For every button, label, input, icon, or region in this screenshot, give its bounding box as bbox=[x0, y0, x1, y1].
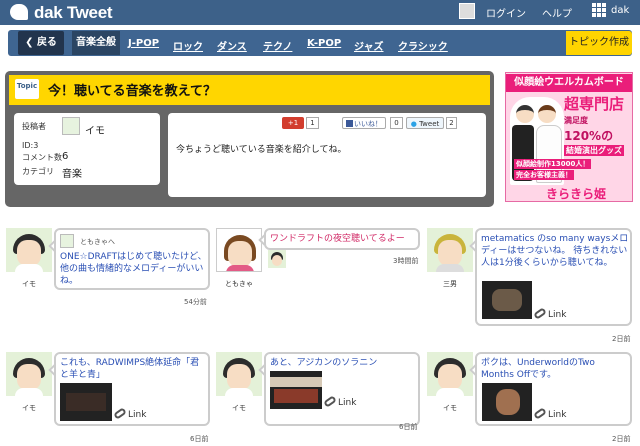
app-logo[interactable]: dak Tweet bbox=[10, 3, 113, 23]
ad-text-2: 満足度 bbox=[564, 116, 588, 125]
post-time: 6日前 bbox=[190, 435, 209, 443]
video-thumbnail[interactable] bbox=[482, 383, 532, 421]
post-author[interactable]: イモ bbox=[6, 279, 52, 289]
link-label: Link bbox=[128, 410, 147, 420]
menu-grid-icon[interactable] bbox=[592, 3, 606, 17]
post-author[interactable]: イモ bbox=[6, 403, 52, 413]
link-icon bbox=[113, 407, 127, 420]
reply-avatar[interactable] bbox=[268, 250, 286, 268]
post-author[interactable]: イモ bbox=[216, 403, 262, 413]
tweet-button[interactable]: ● Tweet bbox=[406, 117, 444, 129]
topic-id: ID:3 bbox=[22, 141, 39, 150]
ad-title: 似顔絵ウエルカムボード bbox=[506, 74, 632, 92]
like-count: 0 bbox=[390, 117, 403, 129]
tweet-count: 2 bbox=[446, 117, 457, 129]
link-icon bbox=[323, 395, 337, 408]
post-author[interactable]: イモ bbox=[427, 403, 473, 413]
comment-count: 6 bbox=[62, 151, 69, 162]
post-author[interactable]: ともきゃ bbox=[216, 279, 262, 289]
login-link[interactable]: ログイン bbox=[486, 5, 526, 20]
ad-banner[interactable]: 似顔絵ウエルカムボード 超専門店 満足度 120%の 結婚演出グッズ 似顔絵制作… bbox=[505, 72, 633, 202]
post-link[interactable]: Link bbox=[533, 307, 567, 320]
post-text: ONE☆DRAFTはじめて聴いたけど、他の曲も情緒的なメロディーがいいね。 bbox=[60, 252, 207, 286]
user-avatar-icon bbox=[459, 3, 475, 19]
link-icon bbox=[533, 307, 547, 320]
video-thumbnail[interactable] bbox=[270, 371, 322, 409]
link-label: Link bbox=[548, 410, 567, 420]
tab-category-all[interactable]: 音楽全般 bbox=[72, 31, 120, 55]
twitter-icon: ● bbox=[410, 120, 420, 128]
link-icon bbox=[533, 407, 547, 420]
post-time: 6日前 bbox=[399, 423, 418, 431]
ad-text-4: 結婚演出グッズ bbox=[564, 145, 624, 156]
back-label: 戻る bbox=[36, 37, 57, 48]
reply-to[interactable]: ともきゃへ bbox=[80, 237, 115, 247]
poster-name[interactable]: イモ bbox=[85, 122, 105, 137]
avatar[interactable] bbox=[216, 228, 262, 272]
like-label: いいね！ bbox=[354, 120, 382, 128]
post-text: metamatics のso many waysメロディーはせつないね。 待ちき… bbox=[481, 234, 629, 268]
ad-text-5: 似顔絵制作13000人！ bbox=[514, 159, 592, 169]
post-time: 3時間前 bbox=[393, 257, 419, 265]
video-thumbnail[interactable] bbox=[60, 383, 112, 421]
post-time: 2日前 bbox=[612, 435, 631, 443]
facebook-like-button[interactable]: いいね！ bbox=[342, 117, 386, 129]
gplus-button[interactable]: +1 bbox=[282, 117, 304, 129]
tab-category-techno[interactable]: テクノ bbox=[263, 38, 292, 53]
post-text: ワンドラフトの夜空聴いてるよー bbox=[270, 234, 405, 244]
tab-category-jpop[interactable]: J-POP bbox=[128, 38, 159, 49]
poster-avatar[interactable] bbox=[62, 117, 80, 135]
tab-category-rock[interactable]: ロック bbox=[173, 38, 203, 53]
logo-text: dak Tweet bbox=[34, 3, 113, 22]
ad-text-6: 完全お客様主義！ bbox=[514, 170, 574, 180]
link-label: Link bbox=[548, 310, 567, 320]
tab-category-jazz[interactable]: ジャズ bbox=[354, 38, 384, 53]
avatar[interactable] bbox=[6, 228, 52, 272]
avatar[interactable] bbox=[427, 228, 473, 272]
post-text: ボクは、UnderworldのTwo Months Offです。 bbox=[481, 358, 595, 380]
post-link[interactable]: Link bbox=[113, 407, 147, 420]
topic-badge: Topic bbox=[15, 79, 39, 99]
create-topic-button[interactable]: トピック作成 bbox=[566, 31, 632, 55]
tweet-label: Tweet bbox=[419, 120, 440, 128]
gplus-count: 1 bbox=[306, 117, 319, 129]
tab-category-classic[interactable]: クラシック bbox=[398, 38, 448, 53]
ad-text-3: 120%の bbox=[564, 129, 614, 143]
reply-avatar[interactable] bbox=[60, 234, 74, 248]
ad-headline: 超専門店 bbox=[564, 95, 625, 113]
category-label: カテゴリ bbox=[22, 167, 54, 176]
help-link[interactable]: ヘルプ bbox=[542, 5, 572, 20]
poster-label: 投稿者 bbox=[22, 122, 46, 131]
category-value: 音楽 bbox=[62, 169, 82, 180]
post-time: 54分前 bbox=[184, 298, 207, 306]
link-label: Link bbox=[338, 398, 357, 408]
ad-brand: きらきら姫 bbox=[546, 187, 607, 201]
post-link[interactable]: Link bbox=[533, 407, 567, 420]
user-name[interactable]: dak bbox=[611, 5, 629, 16]
chevron-left-icon: ❮ bbox=[25, 37, 37, 48]
comment-count-label: コメント数 bbox=[22, 153, 62, 162]
tab-category-kpop[interactable]: K-POP bbox=[307, 38, 341, 49]
avatar[interactable] bbox=[427, 352, 473, 396]
topic-title: 今！聴いてる音楽を教えて？ bbox=[48, 84, 216, 99]
post-text: これも、RADWIMPS絶体延命「君と羊と青」 bbox=[60, 358, 200, 380]
topic-body-text: 今ちょうど聴いている音楽を紹介してね。 bbox=[176, 145, 347, 155]
facebook-icon bbox=[346, 120, 353, 127]
back-button[interactable]: ❮ 戻る bbox=[18, 31, 64, 55]
avatar[interactable] bbox=[6, 352, 52, 396]
post-link[interactable]: Link bbox=[323, 395, 357, 408]
post-author[interactable]: 三男 bbox=[427, 279, 473, 289]
video-thumbnail[interactable] bbox=[482, 281, 532, 319]
post-text: あと、アジカンのソラニン bbox=[270, 358, 378, 368]
avatar[interactable] bbox=[216, 352, 262, 396]
post-time: 2日前 bbox=[612, 335, 631, 343]
logo-icon bbox=[10, 4, 28, 20]
tab-category-dance[interactable]: ダンス bbox=[217, 38, 247, 53]
